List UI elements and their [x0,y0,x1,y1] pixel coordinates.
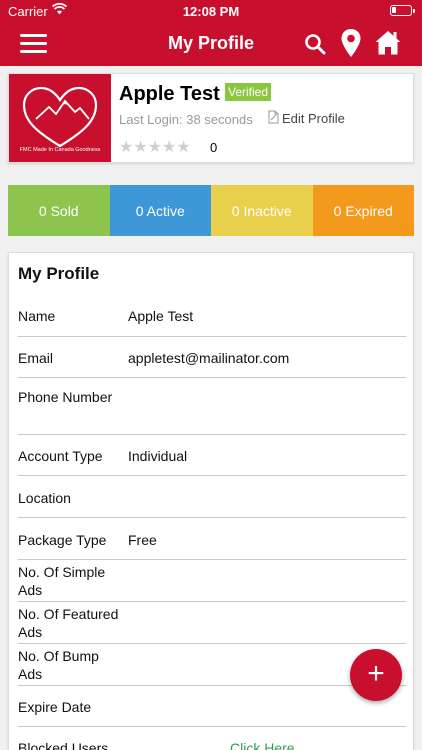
profile-row-expire-date: Expire Date [18,686,406,727]
row-label: No. Of Simple Ads [18,564,106,598]
brand-logo: FMC Made In Canada Goodness [9,74,111,162]
profile-row-package-type: Package Type Free [18,518,406,560]
edit-profile-link[interactable]: Edit Profile [268,110,345,127]
stat-inactive[interactable]: 0 Inactive [211,185,313,236]
row-label: Name [18,308,56,324]
profile-row-bump-ads: No. Of Bump Ads [18,644,406,686]
profile-row-phone: Phone Number [18,378,406,435]
row-value: appletest@mailinator.com [128,350,290,366]
rating-stars: ★★★★★ [119,139,191,156]
stat-active[interactable]: 0 Active [109,185,211,236]
row-label: No. Of Bump Ads [18,648,99,682]
stat-expired[interactable]: 0 Expired [312,185,414,236]
user-name: Apple Test [119,83,220,105]
location-pin-icon[interactable] [340,28,362,63]
verified-badge: Verified [225,83,272,101]
blocked-users-link[interactable]: Click Here [230,739,295,750]
profile-row-email: Email appletest@mailinator.com [18,337,406,378]
profile-row-account-type: Account Type Individual [18,435,406,476]
profile-row-location: Location [18,476,406,518]
edit-document-icon [268,110,282,127]
row-label: Expire Date [18,699,92,715]
profile-row-blocked-users: Blocked Users Click Here [18,727,406,750]
row-label: No. Of Featured Ads [18,606,119,640]
last-login-text: Last Login: 38 seconds [119,112,253,127]
nav-bar: My Profile [0,22,422,66]
status-bar: Carrier 12:08 PM [0,0,422,22]
add-ad-button[interactable]: + [350,649,402,701]
row-value: Apple Test [128,308,194,324]
status-time: 12:08 PM [182,4,240,19]
row-label: Blocked Users [18,740,109,750]
row-label: Phone Number [18,389,113,405]
rating-count: 0 [210,140,218,155]
profile-row-name: Name Apple Test [18,294,406,337]
battery-icon [390,5,415,16]
profile-summary-card: FMC Made In Canada Goodness Apple Test V… [8,73,414,163]
stat-sold[interactable]: 0 Sold [8,185,110,236]
row-value: Free [128,532,157,548]
home-icon[interactable] [374,29,402,61]
row-label: Email [18,350,54,366]
search-icon[interactable] [303,32,327,61]
row-label: Location [18,490,71,506]
ad-status-summary: 0 Sold 0 Active 0 Inactive 0 Expired [8,185,414,236]
row-label: Package Type [18,532,107,548]
row-label: Account Type [18,448,103,464]
edit-profile-label: Edit Profile [282,111,345,126]
profile-row-simple-ads: No. Of Simple Ads [18,560,406,602]
logo-caption: FMC Made In Canada Goodness [19,147,101,153]
row-value: Individual [128,448,188,464]
panel-title: My Profile [18,264,100,283]
profile-row-featured-ads: No. Of Featured Ads [18,602,406,644]
